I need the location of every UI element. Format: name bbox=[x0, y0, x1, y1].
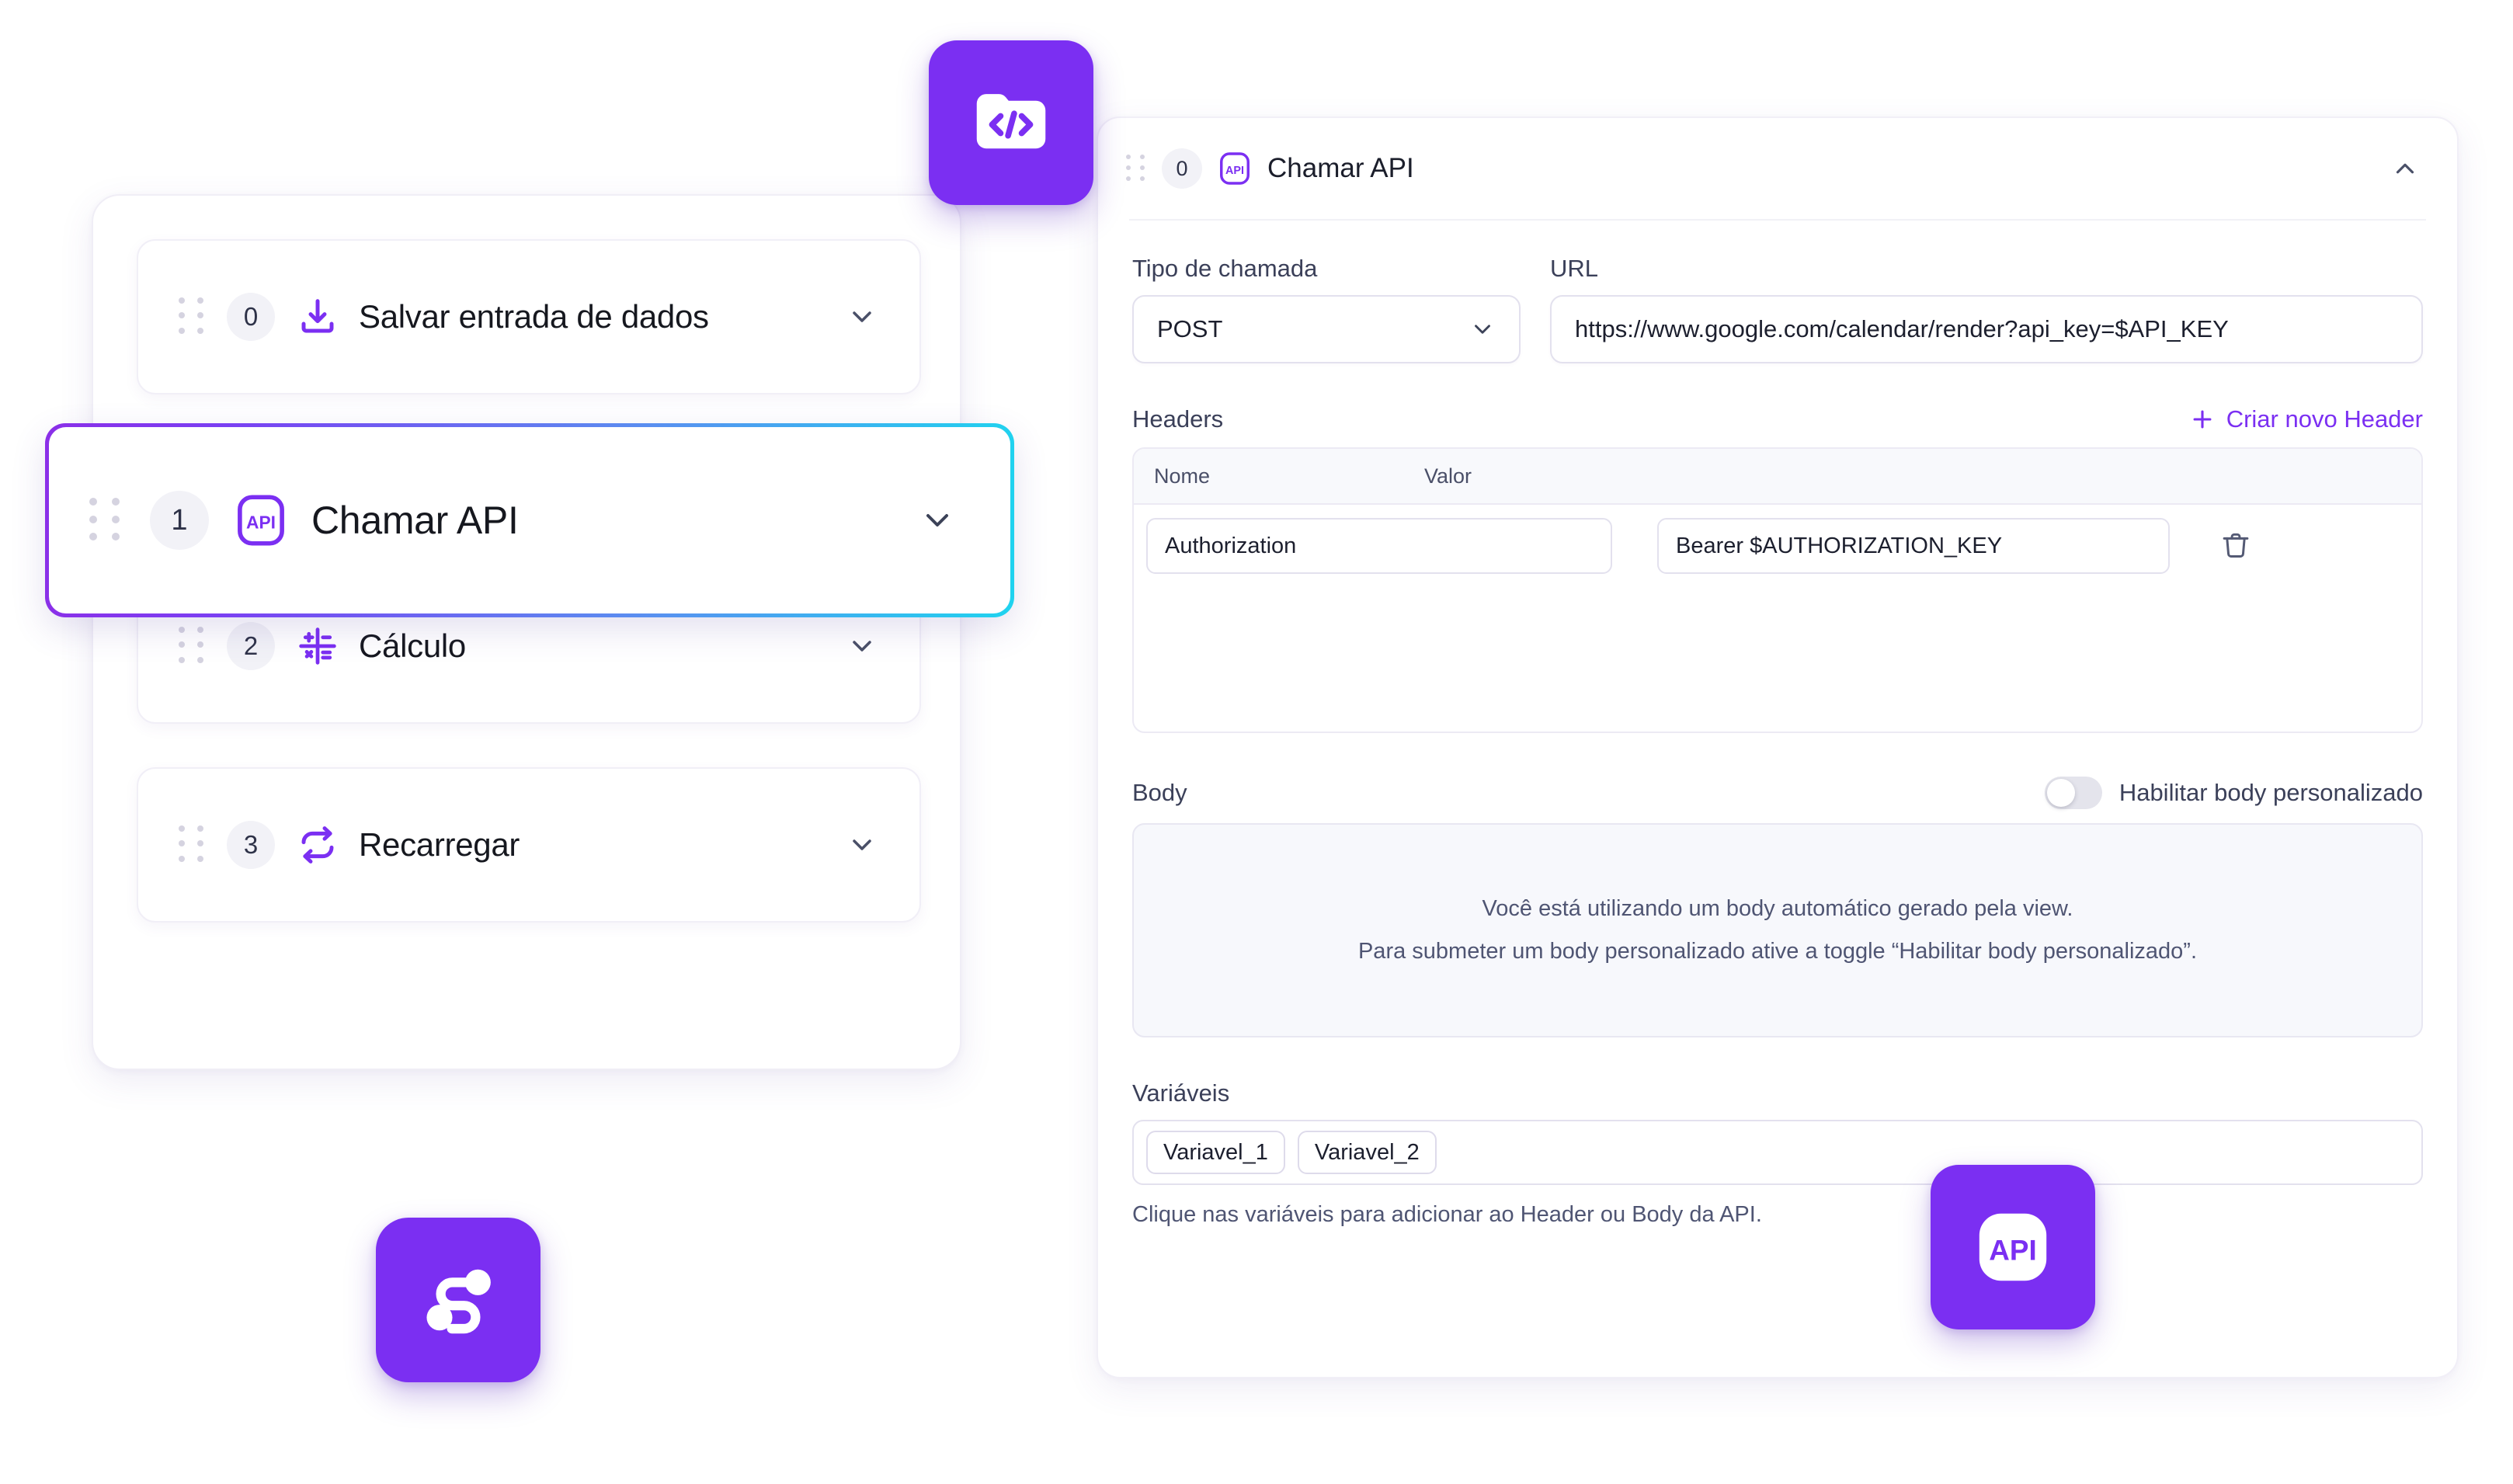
url-field: URL https://www.google.com/calendar/rend… bbox=[1550, 255, 2423, 363]
call-type-value: POST bbox=[1157, 315, 1223, 342]
call-type-select[interactable]: POST bbox=[1132, 295, 1521, 363]
step-card-recarregar[interactable]: 3 Recarregar bbox=[137, 767, 921, 923]
brand-logo-badge[interactable] bbox=[376, 1218, 540, 1382]
create-header-label: Criar novo Header bbox=[2226, 405, 2423, 433]
variables-label: Variáveis bbox=[1132, 1079, 1230, 1107]
headers-table-head: Nome Valor bbox=[1134, 449, 2421, 505]
custom-body-toggle[interactable] bbox=[2044, 777, 2102, 809]
header-value-input[interactable]: Bearer $AUTHORIZATION_KEY bbox=[1657, 518, 2170, 574]
header-name-input[interactable]: Authorization bbox=[1146, 518, 1612, 574]
create-header-button[interactable]: Criar novo Header bbox=[2189, 405, 2423, 433]
steps-panel: 0 Salvar entrada de dados 2 Cálculo 3 Re… bbox=[92, 194, 961, 1070]
body-label: Body bbox=[1132, 779, 1187, 806]
panel-header: 0 API Chamar API bbox=[1098, 118, 2457, 219]
step-card-salvar-entrada-de-dados[interactable]: 0 Salvar entrada de dados bbox=[137, 239, 921, 394]
body-info-line-2: Para submeter um body personalizado ativ… bbox=[1357, 939, 2198, 964]
step-index-badge: 2 bbox=[227, 622, 275, 670]
chevron-up-icon[interactable] bbox=[2390, 154, 2420, 183]
step-title: Cálculo bbox=[359, 627, 466, 664]
api-icon: API bbox=[1216, 150, 1253, 187]
calculator-icon bbox=[294, 622, 342, 670]
drag-handle-icon[interactable] bbox=[179, 825, 207, 864]
drag-handle-icon[interactable] bbox=[89, 498, 123, 543]
step-title: Chamar API bbox=[311, 499, 519, 542]
variables-hint: Clique nas variáveis para adicionar ao H… bbox=[1132, 1202, 1762, 1227]
call-type-field: Tipo de chamada POST bbox=[1132, 255, 1521, 363]
brand-s-logo-icon bbox=[426, 1269, 491, 1334]
custom-body-toggle-group: Habilitar body personalizado bbox=[2044, 777, 2423, 809]
custom-body-toggle-label: Habilitar body personalizado bbox=[2118, 779, 2423, 806]
step-index-badge: 3 bbox=[227, 821, 275, 869]
column-header-valor: Valor bbox=[1424, 464, 1472, 488]
code-folder-badge[interactable] bbox=[929, 40, 1093, 205]
panel-title: Chamar API bbox=[1267, 153, 1414, 183]
variables-box: Variavel_1 Variavel_2 bbox=[1132, 1120, 2423, 1185]
column-header-nome: Nome bbox=[1154, 464, 1211, 488]
refresh-icon bbox=[294, 821, 342, 869]
step-title: Recarregar bbox=[359, 826, 520, 863]
call-type-label: Tipo de chamada bbox=[1132, 255, 1318, 282]
body-info-box: Você está utilizando um body automático … bbox=[1132, 823, 2423, 1037]
table-row: Authorization Bearer $AUTHORIZATION_KEY bbox=[1134, 505, 2421, 587]
screenshot-root: 0 Salvar entrada de dados 2 Cálculo 3 Re… bbox=[0, 0, 2513, 1484]
headers-header-row: Headers Criar novo Header bbox=[1132, 405, 2423, 433]
svg-text:API: API bbox=[1989, 1235, 2036, 1267]
variable-chip[interactable]: Variavel_2 bbox=[1297, 1131, 1437, 1174]
trash-icon[interactable] bbox=[2219, 530, 2252, 562]
drag-handle-icon[interactable] bbox=[179, 297, 207, 336]
api-badge[interactable]: API bbox=[1931, 1165, 2095, 1329]
svg-text:API: API bbox=[246, 513, 276, 533]
headers-label: Headers bbox=[1132, 405, 1224, 433]
api-config-panel: 0 API Chamar API Tipo de chamada POST UR… bbox=[1097, 116, 2459, 1378]
toggle-knob bbox=[2046, 779, 2075, 807]
step-card-chamar-api-selected[interactable]: 1 API Chamar API bbox=[45, 423, 1014, 617]
panel-index-badge: 0 bbox=[1162, 148, 1202, 189]
drag-handle-icon[interactable] bbox=[1126, 155, 1146, 182]
panel-body: Tipo de chamada POST URL https://www.goo… bbox=[1098, 255, 2457, 1228]
folder-code-icon bbox=[976, 94, 1046, 149]
headers-empty-space bbox=[1134, 587, 2421, 732]
download-icon bbox=[294, 293, 342, 341]
chevron-down-icon[interactable] bbox=[919, 502, 956, 539]
svg-text:API: API bbox=[1225, 165, 1244, 177]
variable-chip[interactable]: Variavel_1 bbox=[1146, 1131, 1285, 1174]
step-index-badge: 1 bbox=[150, 491, 209, 550]
chevron-down-icon[interactable] bbox=[846, 301, 878, 332]
chevron-down-icon[interactable] bbox=[846, 631, 878, 662]
url-value: https://www.google.com/calendar/render?a… bbox=[1575, 315, 2229, 342]
url-input[interactable]: https://www.google.com/calendar/render?a… bbox=[1550, 295, 2423, 363]
step-title: Salvar entrada de dados bbox=[359, 298, 709, 335]
body-header-row: Body Habilitar body personalizado bbox=[1132, 777, 2423, 809]
drag-handle-icon[interactable] bbox=[179, 627, 207, 666]
api-icon: API bbox=[232, 492, 290, 549]
chevron-down-icon[interactable] bbox=[846, 829, 878, 860]
body-info-line-1: Você está utilizando um body automático … bbox=[1482, 896, 2073, 921]
url-label: URL bbox=[1550, 255, 1599, 282]
step-index-badge: 0 bbox=[227, 293, 275, 341]
plus-icon bbox=[2189, 406, 2216, 433]
request-row: Tipo de chamada POST URL https://www.goo… bbox=[1132, 255, 2423, 363]
divider bbox=[1129, 219, 2426, 221]
api-icon: API bbox=[1979, 1213, 2047, 1281]
chevron-down-icon bbox=[1469, 316, 1496, 342]
headers-table: Nome Valor Authorization Bearer $AUTHORI… bbox=[1132, 447, 2423, 733]
